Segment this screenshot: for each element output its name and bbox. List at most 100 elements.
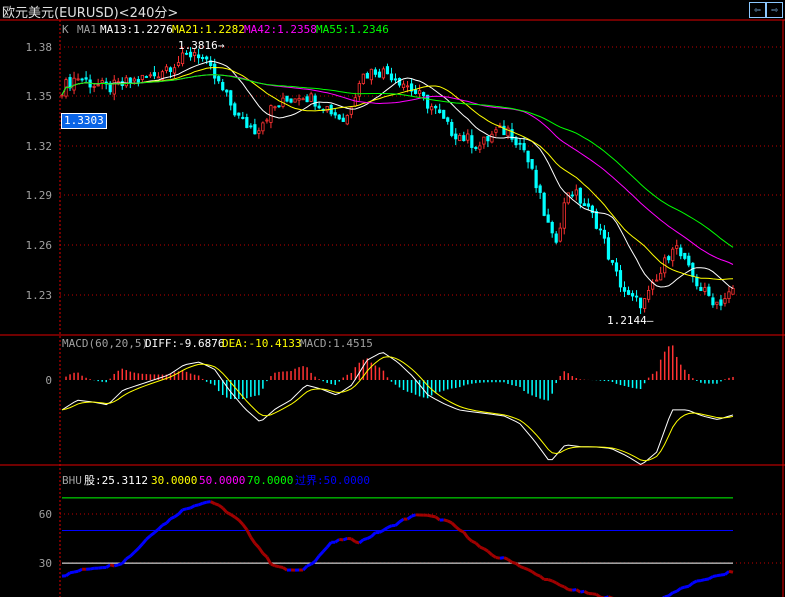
candle-down	[514, 137, 518, 146]
candle-up	[490, 133, 494, 143]
candle-down	[695, 276, 699, 287]
candle-down	[538, 185, 542, 193]
candle-down	[385, 66, 390, 75]
candle-up	[273, 106, 277, 109]
candle-down	[253, 124, 257, 135]
candle-up	[309, 93, 313, 102]
bhu-segment	[278, 565, 284, 569]
bhu-segment	[141, 538, 148, 546]
candle-up	[180, 52, 185, 65]
bhu-segment	[684, 584, 690, 589]
bhu-segment	[189, 504, 196, 510]
bhu-segment	[716, 573, 722, 578]
bhu-segment	[334, 538, 341, 544]
candle-down	[610, 260, 615, 263]
candle-up	[466, 133, 470, 141]
ytick: 1.38	[26, 41, 53, 54]
bhu-segment	[198, 501, 204, 507]
candle-up	[369, 68, 373, 81]
candle-down	[699, 286, 703, 291]
bhu-segment	[350, 537, 357, 544]
bhu-segment	[378, 528, 385, 534]
bhu-segment	[313, 554, 321, 563]
bhu-segment	[322, 546, 329, 553]
candle-down	[598, 228, 603, 231]
bhu-segment	[366, 535, 373, 540]
candle-up	[297, 98, 301, 101]
bhu-segment	[129, 551, 136, 558]
candle-down	[136, 78, 140, 83]
candle-up	[261, 122, 265, 132]
bhu-segment	[261, 552, 268, 559]
candle-up	[96, 84, 100, 87]
candle-up	[727, 291, 731, 300]
candle-up	[72, 77, 76, 91]
bhu-v1: 股:25.3112	[84, 474, 148, 487]
bhu-segment	[499, 556, 505, 560]
candle-down	[622, 287, 627, 292]
bhu-segment	[406, 514, 413, 521]
price-axis: 1.38 1.35 1.32 1.29 1.26 1.23	[26, 41, 53, 302]
legend-ma21: MA21:1.2282	[172, 23, 245, 36]
candle-down	[691, 262, 695, 277]
candle-down	[614, 262, 619, 272]
chart-canvas[interactable]: K MA1 MA13:1.2276 MA21:1.2282 MA42:1.235…	[0, 0, 785, 597]
bhu-segment	[310, 560, 317, 566]
candle-down	[68, 77, 72, 89]
candle-down	[570, 194, 574, 197]
candle-down	[341, 117, 345, 122]
bhu-segment	[73, 569, 79, 574]
candle-down	[454, 133, 458, 140]
candle-down	[373, 69, 378, 75]
bhu-segment	[237, 519, 244, 526]
bhu-segment	[559, 583, 565, 589]
candle-up	[192, 52, 197, 56]
bhu-segment	[194, 503, 199, 508]
candle-down	[241, 116, 245, 119]
candle-up	[703, 287, 707, 292]
candle-down	[687, 255, 691, 266]
candle-down	[152, 72, 157, 77]
bhu-segment	[486, 550, 493, 556]
bhu-segment	[117, 562, 123, 567]
candle-down	[277, 105, 281, 108]
bhu-segment	[125, 554, 132, 561]
bhu-segment	[454, 525, 461, 532]
candle-down	[667, 256, 671, 261]
bhu-segment	[687, 581, 694, 588]
candle-up	[357, 83, 361, 97]
bhu-segment	[667, 591, 674, 597]
bhu-segment	[282, 566, 288, 572]
bhu-segment	[221, 506, 228, 514]
candle-up	[176, 62, 181, 66]
bhu-segment	[539, 574, 546, 581]
candle-up	[731, 288, 735, 295]
bhu-segment	[253, 542, 260, 549]
bhu-plot	[61, 497, 734, 597]
bhu-segment	[241, 523, 249, 531]
bhu-segment	[511, 560, 517, 565]
bhu-segment	[209, 500, 216, 505]
bhu-segment	[382, 526, 389, 532]
candle-down	[462, 135, 466, 142]
candle-up	[265, 119, 269, 122]
candle-down	[683, 252, 687, 259]
bhu-segment	[580, 589, 585, 594]
legend-ma13: MA13:1.2276	[100, 23, 173, 36]
ytick: 1.35	[26, 90, 53, 103]
candle-up	[172, 67, 177, 74]
bhu-segment	[675, 587, 682, 593]
bhu-legend: BHU 股:25.3112 30.0000 50.0000 70.0000 过界…	[62, 474, 370, 487]
candle-up	[381, 68, 386, 79]
bhu-segment	[226, 511, 232, 516]
bhu-segment	[523, 566, 529, 571]
bhu-segment	[302, 564, 309, 572]
candle-up	[100, 80, 104, 84]
bhu-segment	[519, 565, 525, 570]
bhu-segment	[692, 579, 698, 585]
bhu-segment	[462, 531, 470, 539]
macd-value: MACD:1.4515	[300, 337, 373, 350]
candle-down	[578, 187, 582, 204]
macd-name: MACD(60,20,5)	[62, 337, 148, 350]
bhu-segment	[563, 585, 570, 591]
